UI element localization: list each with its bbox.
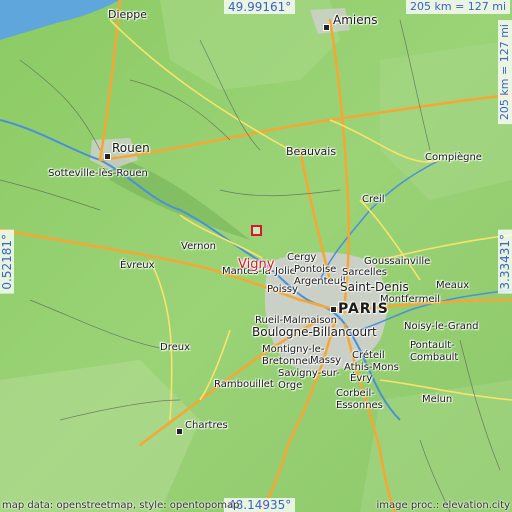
place-melun: Melun xyxy=(422,394,453,405)
place-sarcelles: Sarcelles xyxy=(342,267,387,278)
scale-horizontal: 205 km = 127 mi xyxy=(406,0,511,14)
place-noisy: Noisy-le-Grand xyxy=(404,321,479,332)
city-dot-amiens xyxy=(323,24,330,31)
place-savigny: Savigny-sur-Orge xyxy=(278,368,340,391)
place-creteil: Créteil xyxy=(352,350,385,361)
coord-left: 0.52181° xyxy=(0,230,14,294)
place-pontault: Pontault-Combault xyxy=(410,340,459,363)
place-montfermeil: Montfermeil xyxy=(380,294,441,305)
place-dreux: Dreux xyxy=(160,342,190,353)
place-corbeil: Corbeil-Essonnes xyxy=(336,388,383,411)
attribution-right: image proc.: elevation.city xyxy=(376,500,511,511)
scale-vertical: 205 km = 127 mi xyxy=(498,20,512,125)
place-dieppe: Dieppe xyxy=(108,8,148,21)
place-beauvais: Beauvais xyxy=(286,145,337,158)
place-evry: Évry xyxy=(350,373,373,384)
place-vernon: Vernon xyxy=(181,241,216,252)
place-saint-denis: Saint-Denis xyxy=(340,280,409,294)
coord-right: 3.33431° xyxy=(498,230,512,294)
place-meaux: Meaux xyxy=(436,280,470,291)
attribution-left: map data: openstreetmap, style: opentopo… xyxy=(2,500,240,511)
place-vigny: Vigny xyxy=(238,257,275,272)
city-dot-rouen xyxy=(104,153,111,160)
place-chartres: Chartres xyxy=(185,420,228,431)
place-paris: PARIS xyxy=(338,301,389,317)
place-cergy: Cergy xyxy=(287,252,317,263)
place-amiens: Amiens xyxy=(333,13,378,27)
coord-top: 49.99161° xyxy=(224,0,296,14)
topographic-map[interactable] xyxy=(0,0,512,512)
place-poissy: Poissy xyxy=(267,284,298,295)
place-evreux: Évreux xyxy=(120,260,155,271)
place-rambouillet: Rambouillet xyxy=(214,379,274,390)
place-massy: Massy xyxy=(310,355,342,366)
place-pontoise: Pontoise xyxy=(294,264,337,275)
place-sotteville: Sotteville-lès-Rouen xyxy=(48,168,148,179)
vigny-marker[interactable] xyxy=(251,225,262,236)
place-boulogne: Boulogne-Billancourt xyxy=(252,325,377,339)
place-compiegne: Compiègne xyxy=(425,152,482,163)
city-dot-chartres xyxy=(176,428,183,435)
city-dot-paris xyxy=(330,306,337,313)
place-creil: Creil xyxy=(362,194,385,205)
place-argenteuil: Argenteuil xyxy=(294,276,346,287)
place-rouen: Rouen xyxy=(112,141,150,155)
